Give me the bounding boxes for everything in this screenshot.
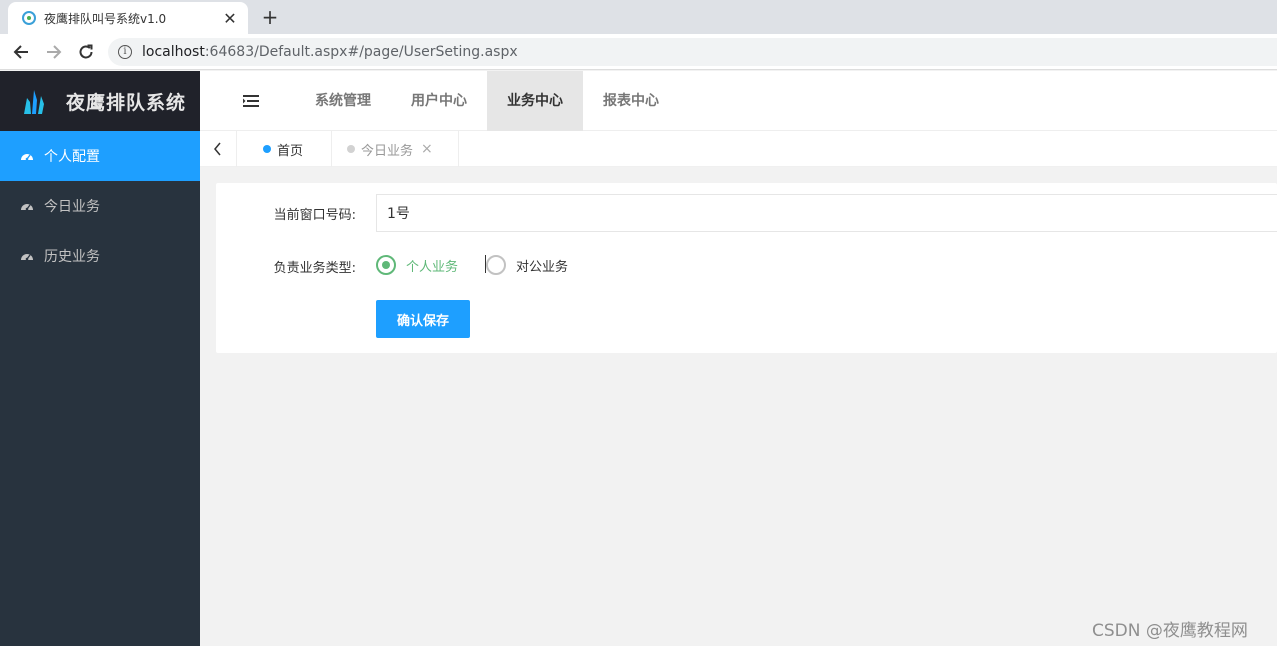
radio-checked-icon [376,255,396,275]
page-tab-today-business[interactable]: 今日业务 × [332,131,459,167]
sidebar-item-label: 今日业务 [44,199,100,215]
page-tab-label: 今日业务 [361,143,414,159]
dashboard-icon [21,254,33,261]
chevron-left-icon [214,142,221,156]
page-tab-label: 首页 [277,143,304,159]
url-path: :64683/Default.aspx#/page/UserSeting.asp… [204,44,518,60]
top-header: 系统管理 用户中心 业务中心 报表中心 [200,71,1277,131]
browser-tab[interactable]: 夜鹰排队叫号系统v1.0 ✕ [8,2,248,34]
menu-toggle-icon[interactable] [242,93,260,109]
app-title: 夜鹰排队系统 [66,91,187,114]
business-type-label: 负责业务类型: [273,261,356,276]
save-button[interactable]: 确认保存 [376,300,470,338]
logo-bar: 夜鹰排队系统 [0,71,200,131]
radio-unchecked-icon [486,255,506,275]
browser-tab-title: 夜鹰排队叫号系统v1.0 [44,11,167,26]
sidebar-item-history-business[interactable]: 历史业务 [0,231,200,281]
radio-label: 对公业务 [516,259,569,275]
sidebar-item-label: 历史业务 [44,249,100,265]
info-icon[interactable]: i [118,45,132,59]
favicon-icon [22,11,36,25]
url-host: localhost [142,44,205,60]
inactive-dot-icon [347,145,355,153]
reload-icon [79,44,93,59]
watermark: CSDN @夜鹰教程网 [1092,621,1248,641]
top-nav-report-center[interactable]: 报表中心 [583,71,679,131]
tabs-prev-button[interactable] [200,131,237,167]
tab-close-icon[interactable]: ✕ [222,9,238,28]
active-dot-icon [263,145,271,153]
forward-button[interactable] [40,38,68,66]
sidebar-item-label: 个人配置 [44,149,100,165]
top-nav: 系统管理 用户中心 业务中心 报表中心 [295,71,679,131]
browser-toolbar: i localhost:64683/Default.aspx#/page/Use… [0,34,1277,70]
sidebar-item-today-business[interactable]: 今日业务 [0,181,200,231]
back-arrow-icon [13,45,28,59]
page-tab-home[interactable]: 首页 [237,131,332,167]
new-tab-button[interactable]: + [258,4,282,30]
browser-tabstrip: 夜鹰排队叫号系统v1.0 ✕ + [0,0,1277,34]
window-number-label: 当前窗口号码: [273,208,356,223]
settings-card: 当前窗口号码: 负责业务类型: 个人业务 对公业务 确认保存 [216,183,1277,353]
radio-personal-business[interactable]: 个人业务 [376,255,458,275]
sidebar-item-personal-config[interactable]: 个人配置 [0,131,200,181]
address-bar[interactable]: i localhost:64683/Default.aspx#/page/Use… [108,38,1277,66]
radio-corporate-business[interactable]: 对公业务 [486,255,568,275]
top-nav-business-center[interactable]: 业务中心 [487,71,583,131]
sidebar: 个人配置 今日业务 历史业务 [0,131,200,646]
window-number-input[interactable] [376,194,1277,232]
forward-arrow-icon [47,45,62,59]
page-tabs: 首页 今日业务 × [200,131,1277,167]
back-button[interactable] [7,38,35,66]
radio-label: 个人业务 [406,259,459,275]
dashboard-icon [21,154,33,161]
top-nav-system-management[interactable]: 系统管理 [295,71,391,131]
tab-close-icon[interactable]: × [421,141,433,157]
top-nav-user-center[interactable]: 用户中心 [391,71,487,131]
logo-icon [24,90,44,114]
dashboard-icon [21,204,33,211]
reload-button[interactable] [72,38,100,66]
